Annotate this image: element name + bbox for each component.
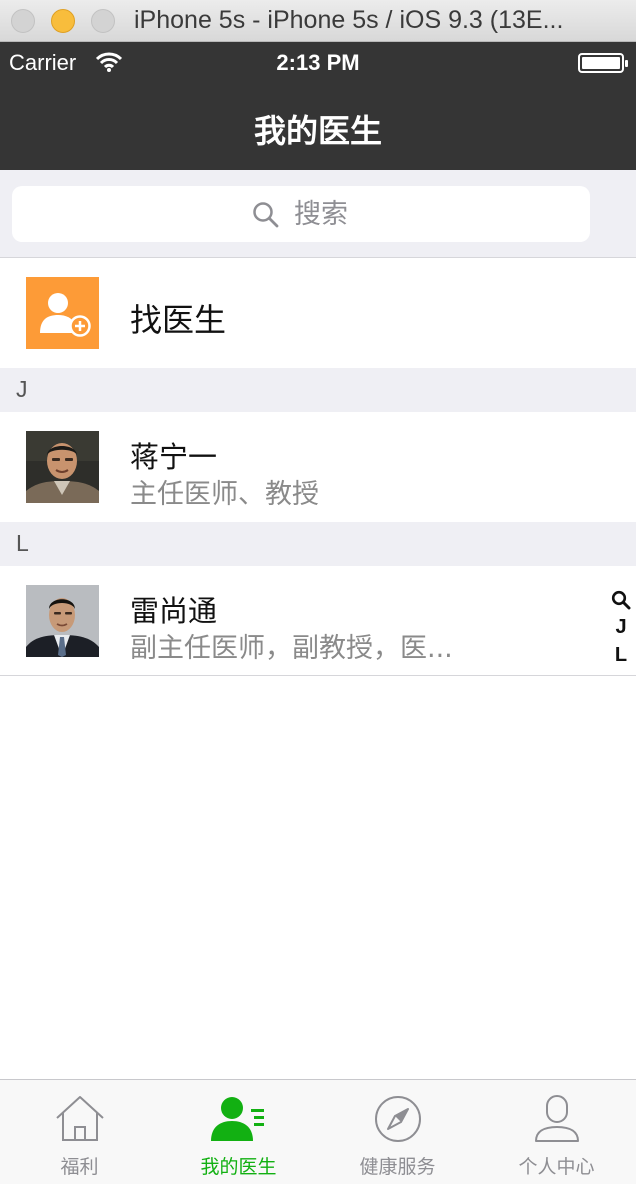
- doctor-title: 副主任医师，副教授，医...: [130, 633, 453, 664]
- battery-icon: [578, 53, 628, 73]
- minimize-window-button[interactable]: [51, 9, 75, 33]
- search-area: [0, 170, 636, 258]
- window-title: iPhone 5s - iPhone 5s / iOS 9.3 (13E...: [134, 6, 564, 34]
- find-doctor-label: 找医生: [130, 301, 227, 339]
- section-letter: L: [16, 530, 29, 556]
- section-index[interactable]: J L: [608, 585, 634, 669]
- home-icon: [54, 1094, 106, 1148]
- add-user-icon: [26, 277, 99, 349]
- index-item-l[interactable]: L: [608, 641, 634, 669]
- tab-personal-center[interactable]: 个人中心: [477, 1080, 636, 1180]
- compass-icon: [373, 1094, 423, 1148]
- tab-label: 我的医生: [200, 1156, 277, 1178]
- simulator-title-bar: iPhone 5s - iPhone 5s / iOS 9.3 (13E...: [0, 0, 636, 42]
- tab-welfare[interactable]: 福利: [0, 1080, 159, 1180]
- doctor-row[interactable]: 雷尚通 副主任医师，副教授，医...: [0, 566, 636, 676]
- doctor-name: 蒋宁一: [130, 440, 218, 474]
- doctor-avatar: [26, 585, 99, 657]
- navigation-bar: 我的医生: [0, 82, 636, 170]
- index-item-j[interactable]: J: [608, 613, 634, 641]
- zoom-window-button[interactable]: [91, 9, 115, 33]
- tab-label: 福利: [60, 1156, 99, 1178]
- tab-my-doctors[interactable]: 我的医生: [159, 1080, 318, 1180]
- find-doctor-row[interactable]: 找医生: [0, 258, 636, 368]
- tab-health-services[interactable]: 健康服务: [318, 1080, 477, 1180]
- close-window-button[interactable]: [11, 9, 35, 33]
- tab-label: 个人中心: [518, 1156, 595, 1178]
- page-title: 我的医生: [253, 112, 382, 150]
- section-header-j: J: [0, 368, 636, 412]
- doctor-name: 雷尚通: [130, 594, 218, 628]
- doctor-list-icon: [210, 1094, 268, 1148]
- person-icon: [533, 1094, 581, 1148]
- search-bar[interactable]: [12, 186, 590, 242]
- search-icon: [252, 201, 280, 233]
- status-time: 2:13 PM: [276, 50, 360, 75]
- status-bar: Carrier 2:13 PM: [0, 42, 636, 82]
- doctor-title: 主任医师、教授: [130, 479, 319, 510]
- doctor-row[interactable]: 蒋宁一 主任医师、教授: [0, 412, 636, 522]
- doctor-avatar: [26, 431, 99, 503]
- tab-bar: 福利 我的医生 健康服务 个人中心: [0, 1079, 636, 1184]
- section-letter: J: [16, 376, 28, 402]
- index-search-icon[interactable]: [608, 585, 634, 613]
- search-input[interactable]: [294, 194, 494, 234]
- section-header-l: L: [0, 522, 636, 566]
- tab-label: 健康服务: [359, 1156, 436, 1178]
